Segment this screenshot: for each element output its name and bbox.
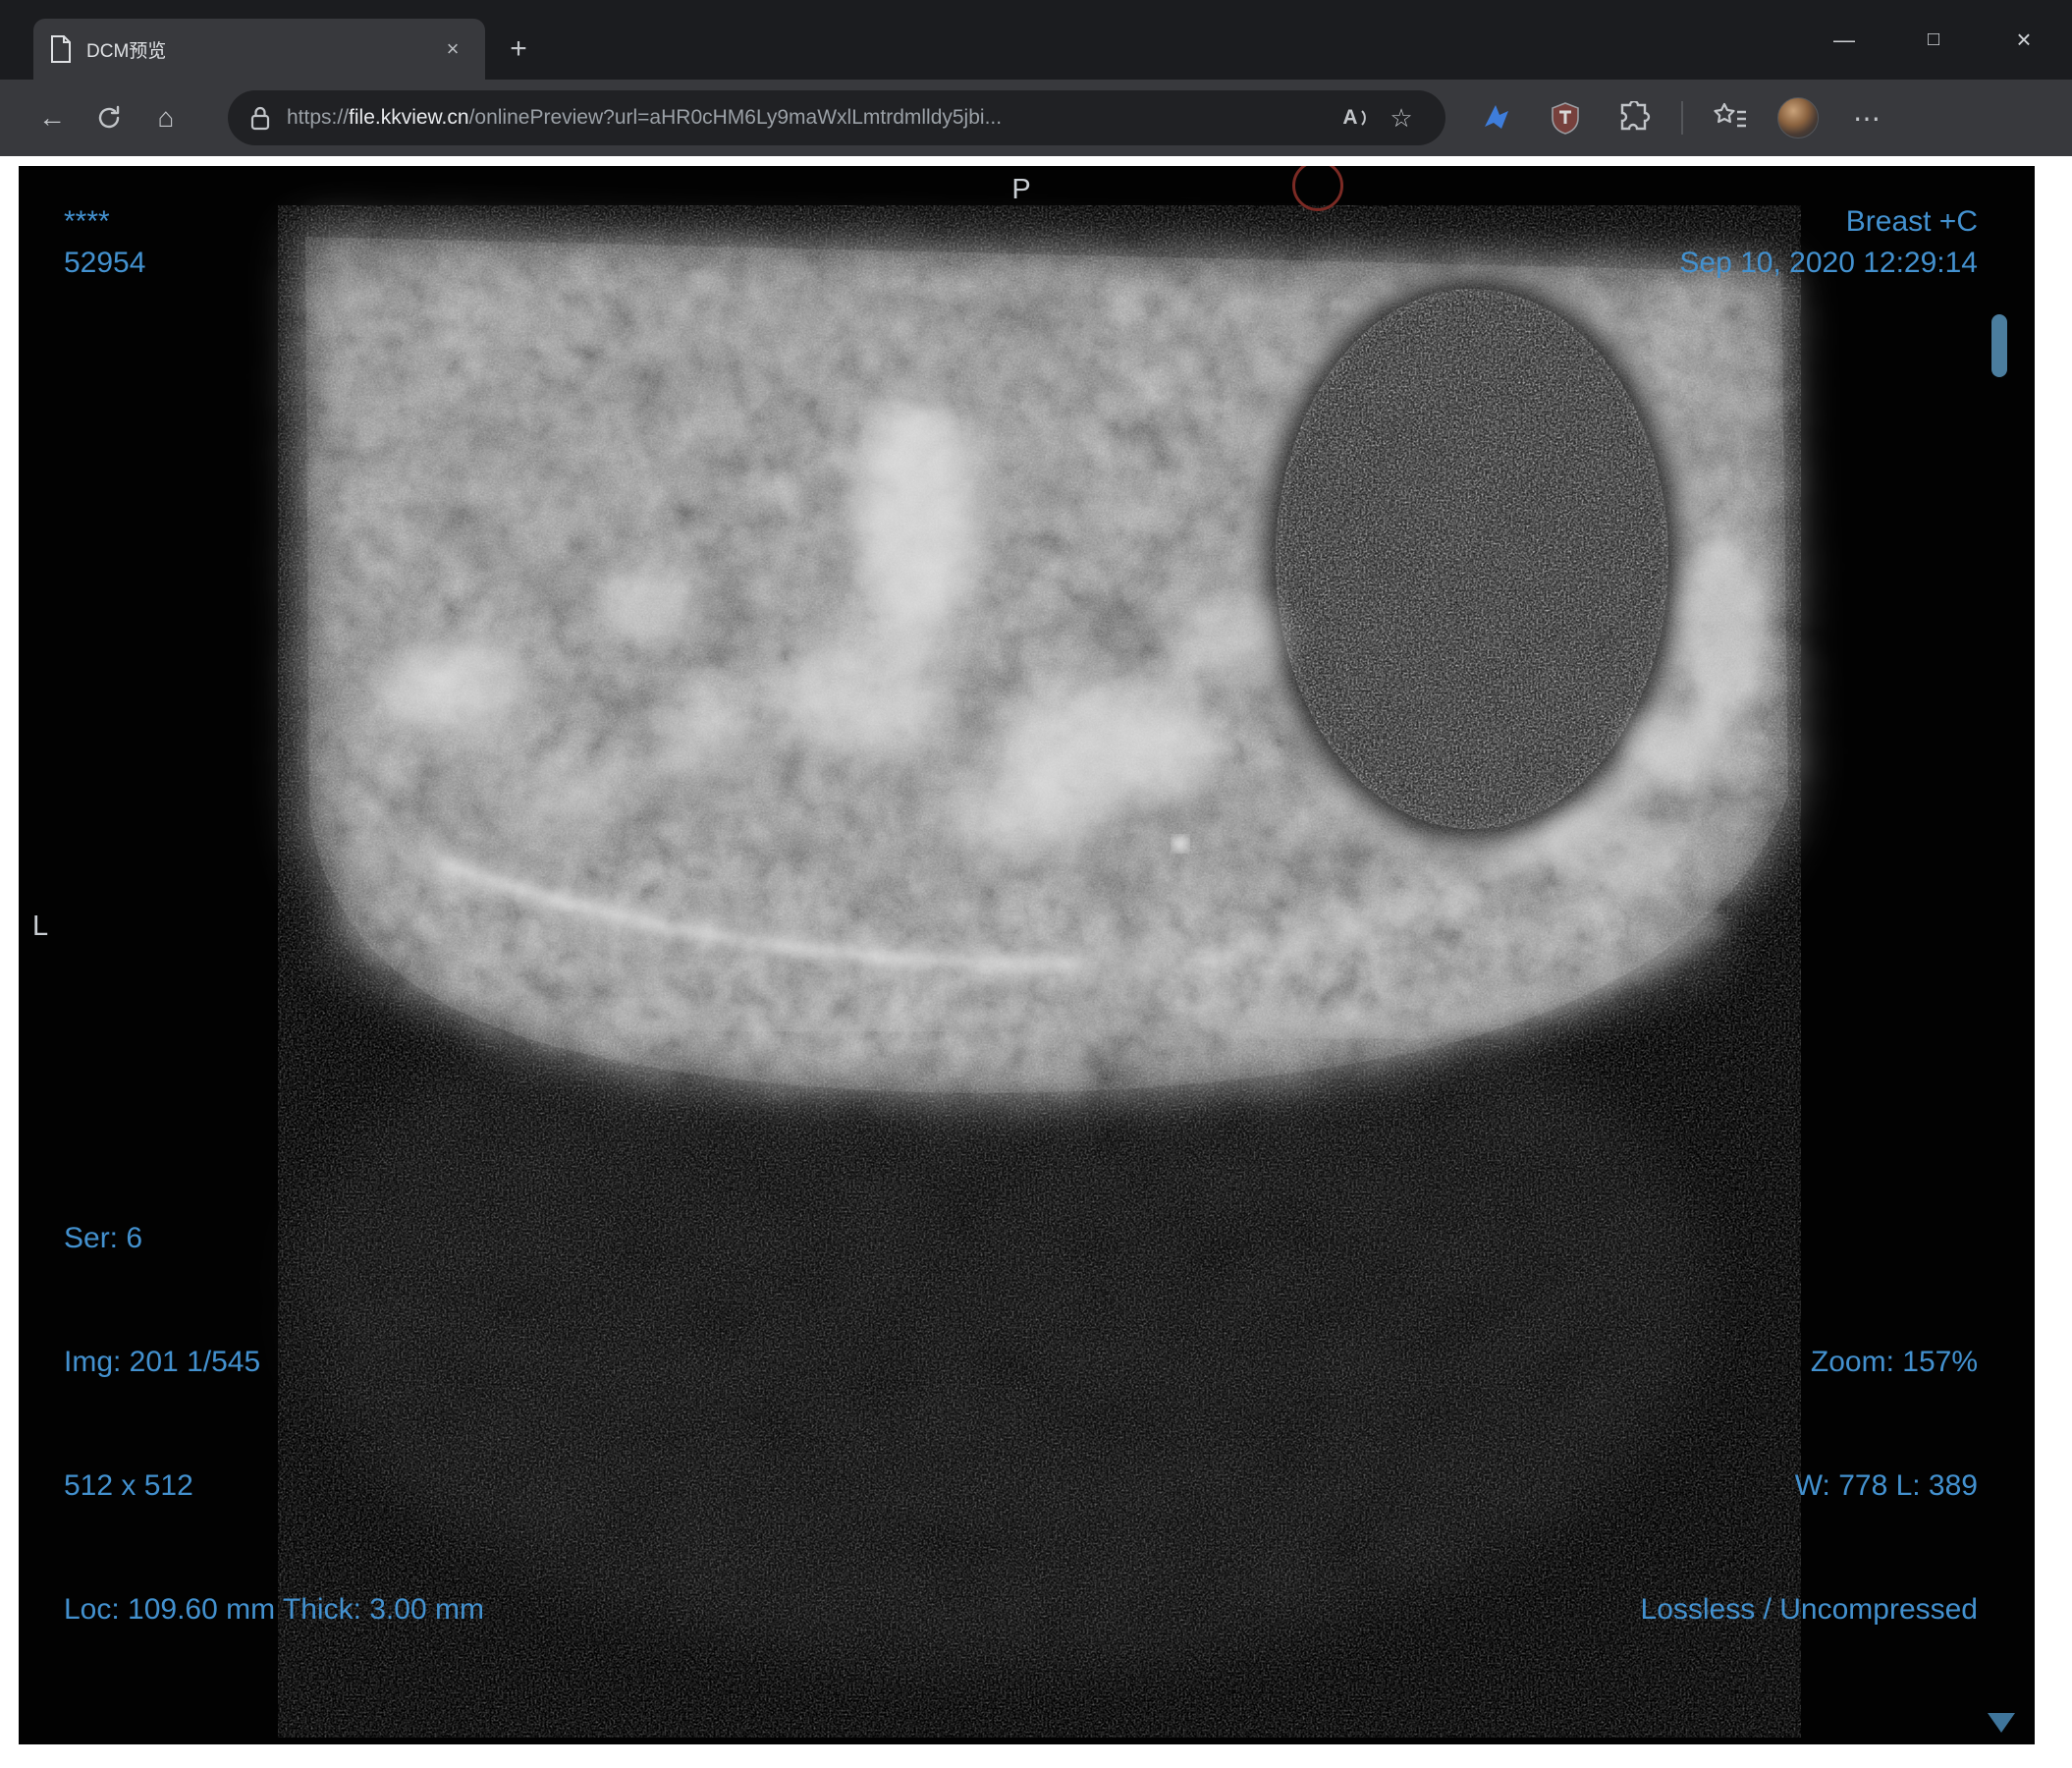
read-aloud-icon[interactable]: A <box>1334 95 1379 140</box>
image-matrix: 512 x 512 <box>64 1469 193 1502</box>
study-description: Breast +C <box>1845 205 1978 238</box>
browser-tab[interactable]: DCM预览 × <box>33 19 485 80</box>
shield-extension-icon[interactable] <box>1544 96 1587 139</box>
page-favicon-icon <box>49 35 73 63</box>
toolbar-divider <box>1681 101 1683 135</box>
overlay-bottom-right: Zoom: 157% W: 778 L: 389 Lossless / Unco… <box>1641 1259 1978 1713</box>
study-datetime: Sep 10, 2020 12:29:14 <box>1679 247 1978 279</box>
image-number: Img: 201 1/545 <box>64 1346 261 1378</box>
address-bar[interactable]: https://file.kkview.cn/onlinePreview?url… <box>228 90 1445 145</box>
dicom-viewer-canvas[interactable]: **** 52954 Breast +C Sep 10, 2020 12:29:14… <box>19 166 2035 1744</box>
slice-scroll-down-arrow-icon[interactable] <box>1988 1713 2015 1733</box>
patient-name-masked: **** <box>64 205 110 238</box>
tab-close-icon[interactable]: × <box>436 32 469 66</box>
window-minimize-button[interactable]: — <box>1810 0 1879 80</box>
refresh-button[interactable] <box>81 90 137 145</box>
favorite-star-icon[interactable]: ☆ <box>1379 95 1424 140</box>
compression-info: Lossless / Uncompressed <box>1640 1593 1978 1626</box>
browser-titlebar: DCM预览 × + — □ × <box>0 0 2072 80</box>
url-path: /onlinePreview?url=aHR0cHM6Ly9maWxlLmtrd… <box>468 106 1003 129</box>
url-text[interactable]: https://file.kkview.cn/onlinePreview?url… <box>287 106 1334 130</box>
browser-toolbar: ← ⌂ https://file.kkview.cn/onlinePreview… <box>0 80 2072 156</box>
window-maximize-button[interactable]: □ <box>1899 0 1968 80</box>
slice-scrollbar-thumb[interactable] <box>1991 314 2007 377</box>
home-button[interactable]: ⌂ <box>137 90 194 145</box>
zoom-level: Zoom: 157% <box>1810 1346 1978 1378</box>
url-domain: file.kkview.cn <box>349 106 469 129</box>
back-button[interactable]: ← <box>24 90 81 145</box>
window-close-button[interactable]: × <box>1990 0 2058 80</box>
orientation-marker-posterior: P <box>1011 174 1031 205</box>
new-tab-button[interactable]: + <box>491 22 546 77</box>
settings-more-icon[interactable]: ⋯ <box>1844 95 1889 140</box>
window-level: W: 778 L: 389 <box>1794 1469 1978 1502</box>
toolbar-extensions-area: ⋯ <box>1475 95 2048 140</box>
overlay-bottom-left: Ser: 6 Img: 201 1/545 512 x 512 Loc: 109… <box>64 1135 484 1713</box>
series-number: Ser: 6 <box>64 1222 143 1254</box>
extensions-puzzle-icon[interactable] <box>1612 96 1656 139</box>
tab-title: DCM预览 <box>86 40 167 62</box>
page-content: **** 52954 Breast +C Sep 10, 2020 12:29:14… <box>0 156 2072 1768</box>
lock-icon[interactable] <box>249 105 271 131</box>
url-scheme: https:// <box>287 106 350 129</box>
favorites-bar-icon[interactable] <box>1709 96 1752 139</box>
orientation-marker-left: L <box>32 911 49 942</box>
overlay-top-right: Breast +C Sep 10, 2020 12:29:14 <box>1679 201 1978 284</box>
patient-id: 52954 <box>64 247 146 279</box>
overlay-top-left: **** 52954 <box>64 201 145 284</box>
blue-extension-icon[interactable] <box>1475 96 1518 139</box>
slice-location: Loc: 109.60 mm Thick: 3.00 mm <box>64 1593 484 1626</box>
profile-avatar[interactable] <box>1777 97 1819 138</box>
